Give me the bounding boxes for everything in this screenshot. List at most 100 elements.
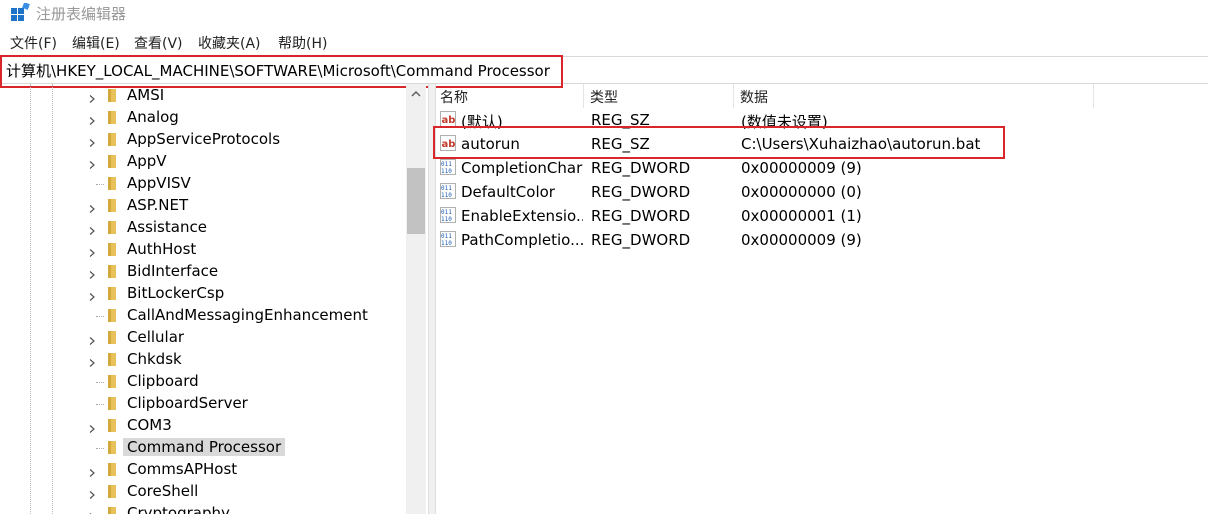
scroll-thumb[interactable] [407,168,425,234]
expand-arrow-icon[interactable] [88,133,96,147]
tree-item-label: AppVISV [127,174,191,192]
values-list: 名称 类型 数据 ab (默认) REG_SZ (数值未设置) ab autorun REG… [434,84,1208,514]
value-name: PathCompletio... [461,231,583,249]
svg-text:110: 110 [441,240,452,247]
value-name: autorun [461,135,520,153]
value-name: EnableExtensio... [461,207,583,225]
string-value-icon: ab [440,135,456,151]
expand-arrow-icon[interactable] [88,507,96,514]
svg-text:110: 110 [441,216,452,223]
folder-icon [106,461,118,477]
folder-icon [106,439,118,455]
tree-item-label: COM3 [127,416,172,434]
tree-item[interactable]: ClipboardServer [0,393,404,415]
expand-arrow-icon[interactable] [88,287,96,301]
value-data: 0x00000000 (0) [741,183,862,201]
tree-connector [96,448,104,449]
value-name: (默认) [461,113,503,131]
menu-favorites[interactable]: 收藏夹(A) [198,33,261,53]
svg-text:011: 011 [441,209,452,216]
tree-item[interactable]: Cellular [0,327,404,349]
value-data: 0x00000009 (9) [741,231,862,249]
expand-arrow-icon[interactable] [88,485,96,499]
expand-arrow-icon[interactable] [88,331,96,345]
expand-arrow-icon[interactable] [88,111,96,125]
folder-icon [106,505,118,514]
expand-arrow-icon[interactable] [88,199,96,213]
tree-item[interactable]: Cryptography [0,503,404,514]
tree-item[interactable]: CommsAPHost [0,459,404,481]
tree-item-label: CommsAPHost [127,460,238,478]
tree-item[interactable]: AppV [0,151,404,173]
folder-icon [106,241,118,257]
svg-text:110: 110 [441,192,452,199]
folder-icon [106,109,118,125]
address-bar[interactable]: 计算机\HKEY_LOCAL_MACHINE\SOFTWARE\Microsof… [0,56,1208,84]
tree-item-label: AuthHost [127,240,197,258]
tree-item-label: Chkdsk [127,350,182,368]
value-type: REG_DWORD [591,207,691,225]
value-type: REG_SZ [591,135,650,153]
tree-connector [96,316,104,317]
string-value-icon: ab [440,111,456,127]
value-row[interactable]: 011 110 DefaultColor REG_DWORD 0x00000000 (0… [434,180,1208,204]
value-type: REG_DWORD [591,183,691,201]
tree-item[interactable]: Analog [0,107,404,129]
tree-item[interactable]: BidInterface [0,261,404,283]
svg-text:ab: ab [442,139,456,150]
title-bar: 注册表编辑器 [0,0,1208,26]
value-row[interactable]: ab (默认) REG_SZ (数值未设置) [434,108,1208,132]
menu-file[interactable]: 文件(F) [10,33,57,53]
tree-item-label: Analog [127,108,179,126]
tree-item[interactable]: Command Processor [0,437,404,459]
tree-item[interactable]: Clipboard [0,371,404,393]
folder-icon [106,351,118,367]
tree-item[interactable]: AMSI [0,85,404,107]
folder-icon [106,87,118,103]
value-row[interactable]: 011 110 CompletionChar REG_DWORD 0x00000009 … [434,156,1208,180]
expand-arrow-icon[interactable] [88,221,96,235]
tree-item[interactable]: Assistance [0,217,404,239]
tree-item[interactable]: Chkdsk [0,349,404,371]
tree-item-label: AppV [127,152,167,170]
tree-item-label: AppServiceProtocols [127,130,281,148]
value-row[interactable]: 011 110 EnableExtensio... REG_DWORD 0x000000… [434,204,1208,228]
value-name: DefaultColor [461,183,555,201]
tree-item[interactable]: ASP.NET [0,195,404,217]
menu-edit[interactable]: 编辑(E) [72,33,120,53]
tree-item[interactable]: COM3 [0,415,404,437]
value-type: REG_DWORD [591,231,691,249]
tree-item[interactable]: BitLockerCsp [0,283,404,305]
value-row[interactable]: 011 110 PathCompletio... REG_DWORD 0x0000000… [434,228,1208,252]
tree-item[interactable]: CallAndMessagingEnhancement [0,305,404,327]
folder-icon [106,417,118,433]
tree-item[interactable]: AuthHost [0,239,404,261]
tree-item-label: ClipboardServer [127,394,248,412]
expand-arrow-icon[interactable] [88,265,96,279]
tree-connector [96,382,104,383]
expand-arrow-icon[interactable] [88,463,96,477]
column-header-name[interactable]: 名称 [434,84,584,108]
binary-value-icon: 011 110 [440,159,456,175]
menu-view[interactable]: 查看(V) [134,33,183,53]
tree-item-label: Command Processor [123,438,286,456]
expand-arrow-icon[interactable] [88,353,96,367]
expand-arrow-icon[interactable] [88,155,96,169]
folder-icon [106,483,118,499]
expand-arrow-icon[interactable] [88,243,96,257]
tree-item-label: BitLockerCsp [127,284,225,302]
address-path[interactable]: 计算机\HKEY_LOCAL_MACHINE\SOFTWARE\Microsof… [6,60,550,81]
tree-scrollbar[interactable] [406,84,426,514]
scroll-up-icon[interactable] [406,84,426,104]
tree-item[interactable]: AppVISV [0,173,404,195]
value-row[interactable]: ab autorun REG_SZ C:\Users\Xuhaizhao\autoru… [434,132,1208,156]
tree-item[interactable]: CoreShell [0,481,404,503]
tree-item[interactable]: AppServiceProtocols [0,129,404,151]
column-header-type[interactable]: 类型 [584,84,734,108]
column-header-data[interactable]: 数据 [734,84,1094,108]
menu-help[interactable]: 帮助(H) [278,33,327,53]
expand-arrow-icon[interactable] [88,89,96,103]
tree-item-label: CallAndMessagingEnhancement [127,306,368,324]
value-name: CompletionChar [461,159,583,177]
expand-arrow-icon[interactable] [88,419,96,433]
